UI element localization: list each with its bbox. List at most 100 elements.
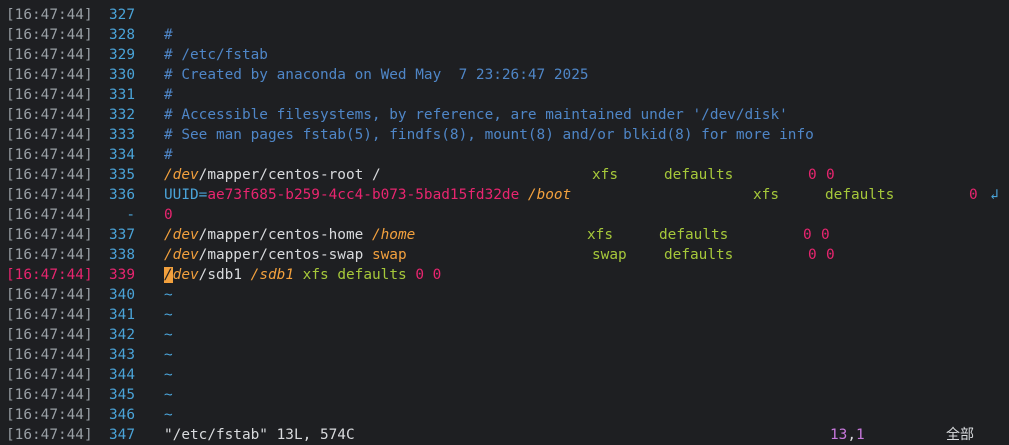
line-content[interactable]: # Accessible filesystems, by reference, … <box>164 105 788 125</box>
mount-options: defaults <box>664 247 734 263</box>
line-number[interactable]: 346 <box>97 405 135 425</box>
line-number[interactable]: 328 <box>97 25 135 45</box>
editor-line[interactable]: [16:47:44] 334 # <box>0 145 1009 165</box>
line-number[interactable]: 327 <box>97 5 135 25</box>
line-number[interactable]: 335 <box>97 165 135 185</box>
dump-field: 0 <box>808 247 817 263</box>
dump-field: 0 <box>803 227 812 243</box>
line-number[interactable]: 341 <box>97 305 135 325</box>
line-content[interactable]: # Created by anaconda on Wed May 7 23:26… <box>164 65 589 85</box>
filesystem-type: xfs <box>302 267 329 283</box>
editor-line[interactable]: [16:47:44] 346 ~ <box>0 405 1009 425</box>
line-number[interactable]: 347 <box>97 425 135 445</box>
line-content[interactable]: ~ <box>164 365 173 385</box>
editor-line[interactable]: [16:47:44] 344 ~ <box>0 365 1009 385</box>
dump-field: 0 <box>415 267 424 283</box>
line-content[interactable]: ~ <box>164 325 173 345</box>
mount-options: defaults <box>825 187 895 203</box>
mount-point: /sdb1 <box>250 267 294 283</box>
editor-line[interactable]: [16:47:44] 342 ~ <box>0 325 1009 345</box>
line-number[interactable]: 342 <box>97 325 135 345</box>
empty-line-marker: ~ <box>164 287 173 303</box>
comment-text: # Accessible filesystems, by reference, … <box>164 107 788 123</box>
uuid-key: UUID= <box>164 187 208 203</box>
editor-line[interactable]: [16:47:44] 337/dev/mapper/centos-home /ho… <box>0 225 1009 245</box>
line-number[interactable]: 333 <box>97 125 135 145</box>
line-number[interactable]: 336 <box>97 185 135 205</box>
editor-line[interactable]: [16:47:44] 345 ~ <box>0 385 1009 405</box>
editor-line[interactable]: [16:47:44] 331 # <box>0 85 1009 105</box>
wrapped-pass-field: 0 <box>164 207 173 223</box>
timestamp: [16:47:44] <box>6 147 93 163</box>
editor-line[interactable]: [16:47:44] 347 13,1 全部 "/etc/fstab" 13L, 574… <box>0 425 1009 445</box>
line-content[interactable]: 0 <box>164 205 173 225</box>
comment-text: # <box>164 87 173 103</box>
cursor-column: 1 <box>856 427 865 443</box>
editor-line[interactable]: [16:47:44] - 0 <box>0 205 1009 225</box>
line-number[interactable]: 345 <box>97 385 135 405</box>
line-content[interactable]: ~ <box>164 385 173 405</box>
text-cursor: / <box>164 267 173 283</box>
line-content[interactable]: /dev/mapper/centos-home /home xfs defaults… <box>164 225 830 245</box>
line-content[interactable]: ~ <box>164 405 173 425</box>
line-content[interactable]: UUID=ae73f685-b259-4cc4-b073-5bad15fd32d… <box>164 185 978 205</box>
line-content[interactable]: # See man pages fstab(5), findfs(8), mou… <box>164 125 814 145</box>
timestamp: [16:47:44] <box>6 207 93 223</box>
line-content[interactable]: # <box>164 85 173 105</box>
editor-line[interactable]: [16:47:44] 328 # <box>0 25 1009 45</box>
timestamp: [16:47:44] <box>6 387 93 403</box>
line-number[interactable]: 334 <box>97 145 135 165</box>
line-number[interactable]: 339 <box>97 265 135 285</box>
editor-line[interactable]: [16:47:44] 336 ↲ UUID=ae73f685-b259-4cc4-b0… <box>0 185 1009 205</box>
line-number[interactable]: 343 <box>97 345 135 365</box>
timestamp: [16:47:44] <box>6 107 93 123</box>
editor-line[interactable]: [16:47:44] 332 # Accessible filesystems, b… <box>0 105 1009 125</box>
line-number[interactable]: 340 <box>97 285 135 305</box>
timestamp: [16:47:44] <box>6 27 93 43</box>
empty-line-marker: ~ <box>164 327 173 343</box>
line-content[interactable]: # /etc/fstab <box>164 45 268 65</box>
line-content[interactable]: ~ <box>164 345 173 365</box>
timestamp: [16:47:44] <box>6 367 93 383</box>
line-number[interactable]: 331 <box>97 85 135 105</box>
line-content[interactable]: /dev/sdb1 /sdb1 xfs defaults 0 0 <box>164 265 441 285</box>
mount-options: defaults <box>337 267 407 283</box>
device-path: /sdb1 <box>198 267 242 283</box>
editor-line[interactable]: [16:47:44] 335/dev/mapper/centos-root / xf… <box>0 165 1009 185</box>
line-number[interactable]: - <box>97 205 135 225</box>
timestamp: [16:47:44] <box>6 267 93 283</box>
editor-line[interactable]: [16:47:44] 340 ~ <box>0 285 1009 305</box>
editor-line[interactable]: [16:47:44] 333 # See man pages fstab(5), f… <box>0 125 1009 145</box>
filesystem-type: swap <box>592 247 627 263</box>
device-prefix: /dev <box>164 227 199 243</box>
line-content[interactable]: /dev/mapper/centos-root / xfs defaults 0 0 <box>164 165 835 185</box>
comment-text: # /etc/fstab <box>164 47 268 63</box>
line-content[interactable]: /dev/mapper/centos-swap swap swap defaults… <box>164 245 835 265</box>
line-content[interactable]: ~ <box>164 305 173 325</box>
line-number[interactable]: 344 <box>97 365 135 385</box>
editor-line[interactable]: [16:47:44] 339/dev/sdb1 /sdb1 xfs default… <box>0 265 1009 285</box>
timestamp: [16:47:44] <box>6 47 93 63</box>
line-content[interactable]: # <box>164 145 173 165</box>
line-wrap-icon: ↲ <box>990 187 999 203</box>
line-number[interactable]: 332 <box>97 105 135 125</box>
editor-line[interactable]: [16:47:44] 330 # Created by anaconda on We… <box>0 65 1009 85</box>
line-number[interactable]: 330 <box>97 65 135 85</box>
editor-line[interactable]: [16:47:44] 343 ~ <box>0 345 1009 365</box>
editor-line[interactable]: [16:47:44] 327 <box>0 5 1009 25</box>
editor-line[interactable]: [16:47:44] 338/dev/mapper/centos-swap swa… <box>0 245 1009 265</box>
dump-field: 0 <box>808 167 817 183</box>
line-content[interactable]: "/etc/fstab" 13L, 574C <box>164 425 355 445</box>
pass-field: 0 <box>821 227 830 243</box>
editor-line[interactable]: [16:47:44] 329 # /etc/fstab <box>0 45 1009 65</box>
line-number[interactable]: 337 <box>97 225 135 245</box>
line-content[interactable]: ~ <box>164 285 173 305</box>
mount-point: /boot <box>527 187 572 203</box>
terminal-window[interactable]: [16:47:44] 327 [16:47:44] 328 # [16:47:44] 329… <box>0 0 1009 445</box>
line-number[interactable]: 338 <box>97 245 135 265</box>
line-content[interactable]: # <box>164 25 173 45</box>
editor-line[interactable]: [16:47:44] 341 ~ <box>0 305 1009 325</box>
timestamp: [16:47:44] <box>6 67 93 83</box>
line-number[interactable]: 329 <box>97 45 135 65</box>
empty-line-marker: ~ <box>164 387 173 403</box>
